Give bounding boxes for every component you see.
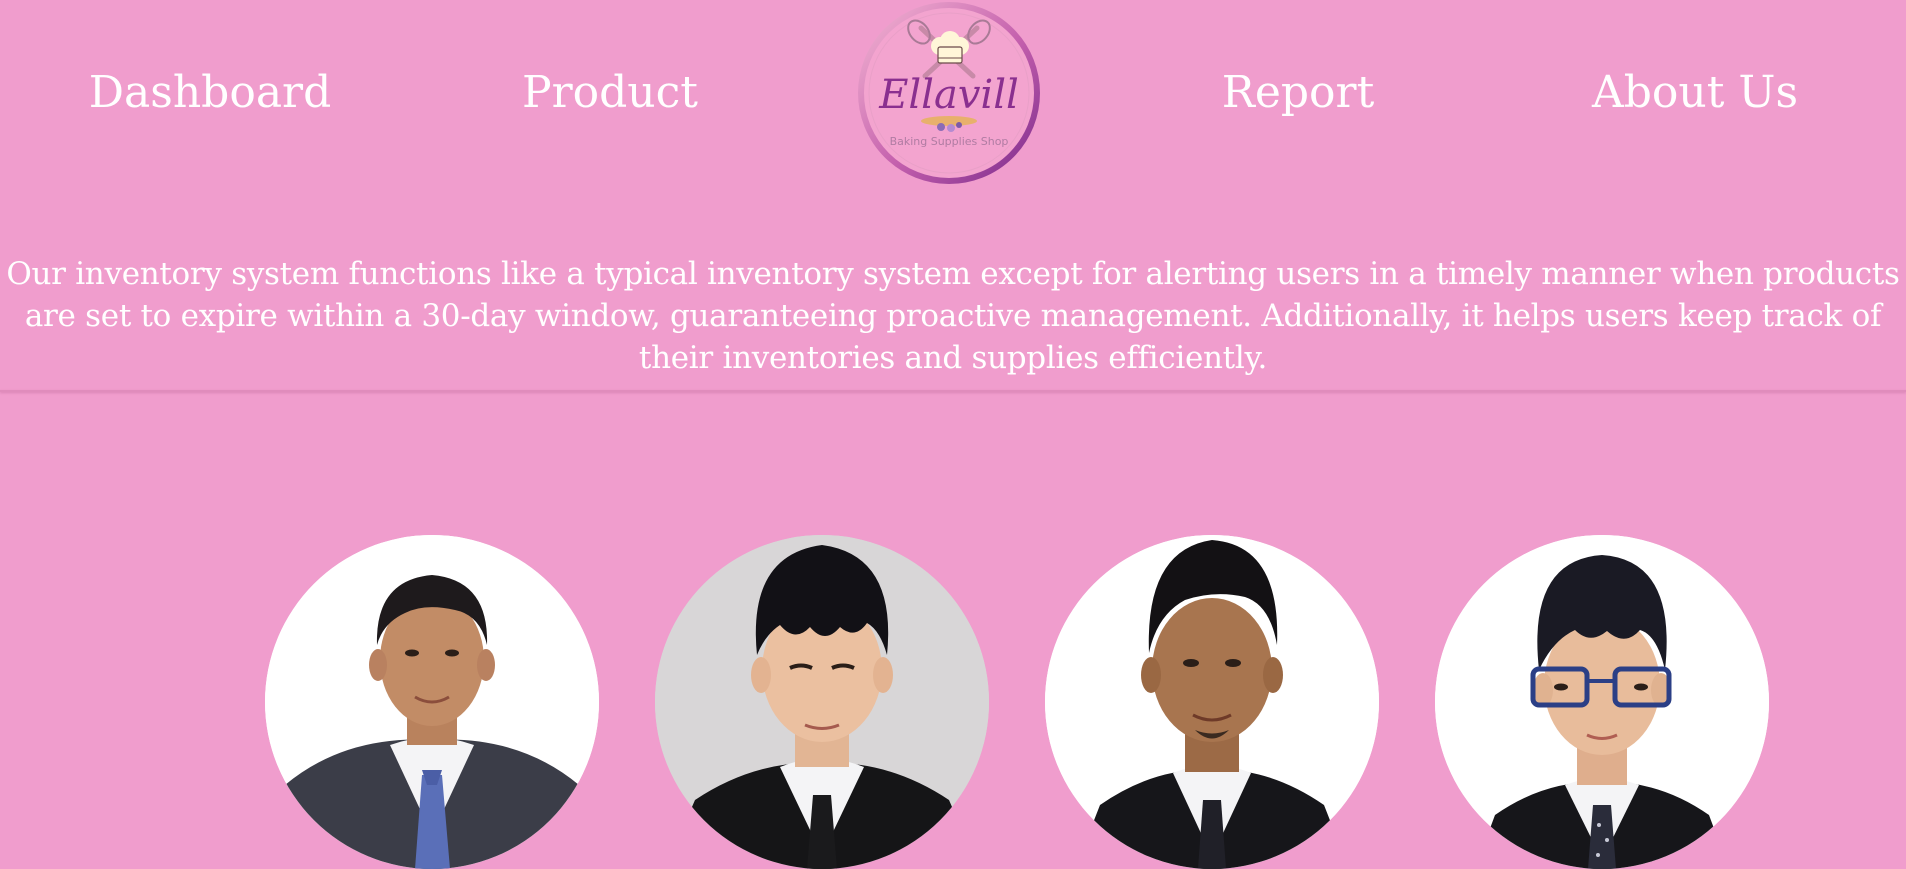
nav-link-dashboard[interactable]: Dashboard (80, 66, 340, 120)
logo-tagline: Baking Supplies Shop (890, 135, 1009, 148)
team-member-photo[interactable] (655, 535, 989, 869)
nav-link-product[interactable]: Product (520, 66, 700, 120)
team-member-photo[interactable] (1435, 535, 1769, 869)
team-member-photo[interactable] (1045, 535, 1379, 869)
top-navigation: Dashboard Product Ellavill Baking Suppli… (0, 0, 1906, 190)
nav-link-about-us[interactable]: About Us (1590, 66, 1800, 120)
system-description: Our inventory system functions like a ty… (6, 256, 1900, 376)
section-divider (0, 390, 1906, 392)
nav-link-report[interactable]: Report (1218, 66, 1378, 120)
ellavill-logo[interactable]: Ellavill Baking Supplies Shop (853, 0, 1045, 186)
team-section (0, 535, 1906, 869)
logo-brand-text: Ellavill (878, 72, 1019, 118)
team-member-photo[interactable] (265, 535, 599, 869)
